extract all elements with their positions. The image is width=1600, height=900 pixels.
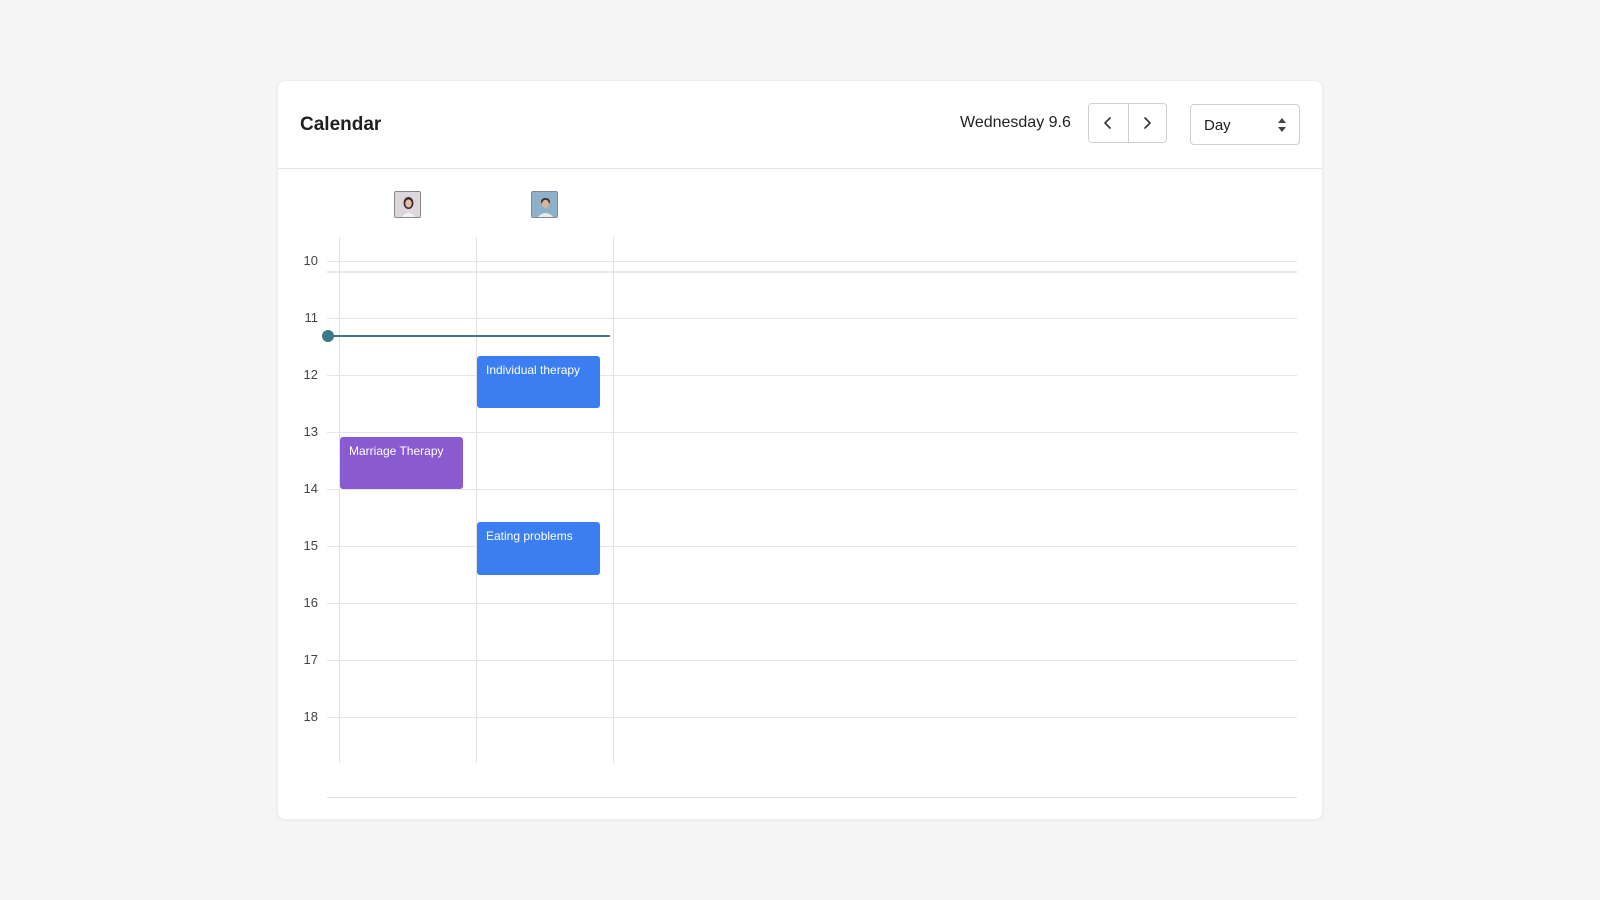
hour-gridline — [327, 660, 1297, 661]
hour-label: 16 — [303, 595, 318, 610]
hour-gridline — [327, 546, 1297, 547]
column-divider — [476, 237, 477, 763]
therapist-avatar-1[interactable] — [394, 191, 421, 218]
calendar-event[interactable]: Eating problems — [477, 522, 600, 575]
hour-label: 17 — [303, 652, 318, 667]
calendar-header: Calendar Wednesday 9.6 Day — [278, 81, 1322, 169]
current-date-label: Wednesday 9.6 — [960, 114, 1071, 131]
woman-portrait-icon — [395, 192, 420, 217]
previous-day-button[interactable] — [1089, 104, 1128, 142]
next-day-button[interactable] — [1127, 104, 1166, 142]
hour-gridline — [327, 717, 1297, 718]
hour-label: 13 — [303, 424, 318, 439]
hour-label: 12 — [303, 367, 318, 382]
column-divider — [339, 237, 340, 763]
hour-gridline — [327, 603, 1297, 604]
man-portrait-icon — [532, 192, 557, 217]
grid-footer-divider — [327, 797, 1297, 798]
hour-gridline — [327, 318, 1297, 319]
hour-gridline — [327, 261, 1297, 262]
event-title: Eating problems — [486, 529, 573, 544]
column-divider — [613, 237, 614, 763]
calendar-event[interactable]: Marriage Therapy — [340, 436, 463, 489]
calendar-event[interactable]: Individual therapy — [477, 356, 600, 409]
page-title: Calendar — [300, 114, 382, 135]
date-navigation — [1088, 103, 1167, 143]
hour-gridline — [327, 375, 1297, 376]
chevron-left-icon — [1104, 117, 1112, 129]
sort-arrows-icon — [1278, 118, 1286, 132]
grid-divider — [327, 271, 1297, 273]
chevron-right-icon — [1144, 117, 1152, 129]
calendar-card: Calendar Wednesday 9.6 Day 10 11 12 13 1… — [277, 80, 1323, 820]
therapist-avatar-2[interactable] — [531, 191, 558, 218]
view-mode-value: Day — [1204, 117, 1231, 134]
hour-label: 18 — [303, 709, 318, 724]
current-time-line — [328, 335, 610, 337]
current-time-dot — [322, 330, 334, 342]
event-title: Marriage Therapy — [349, 443, 444, 458]
event-title: Individual therapy — [486, 363, 581, 377]
hour-label: 10 — [303, 253, 318, 268]
hour-label: 14 — [303, 481, 318, 496]
view-mode-select[interactable]: Day — [1190, 104, 1300, 145]
hour-gridline — [327, 489, 1297, 490]
hour-label: 11 — [304, 310, 319, 325]
hour-gridline — [327, 432, 1297, 433]
hour-label: 15 — [303, 538, 318, 553]
